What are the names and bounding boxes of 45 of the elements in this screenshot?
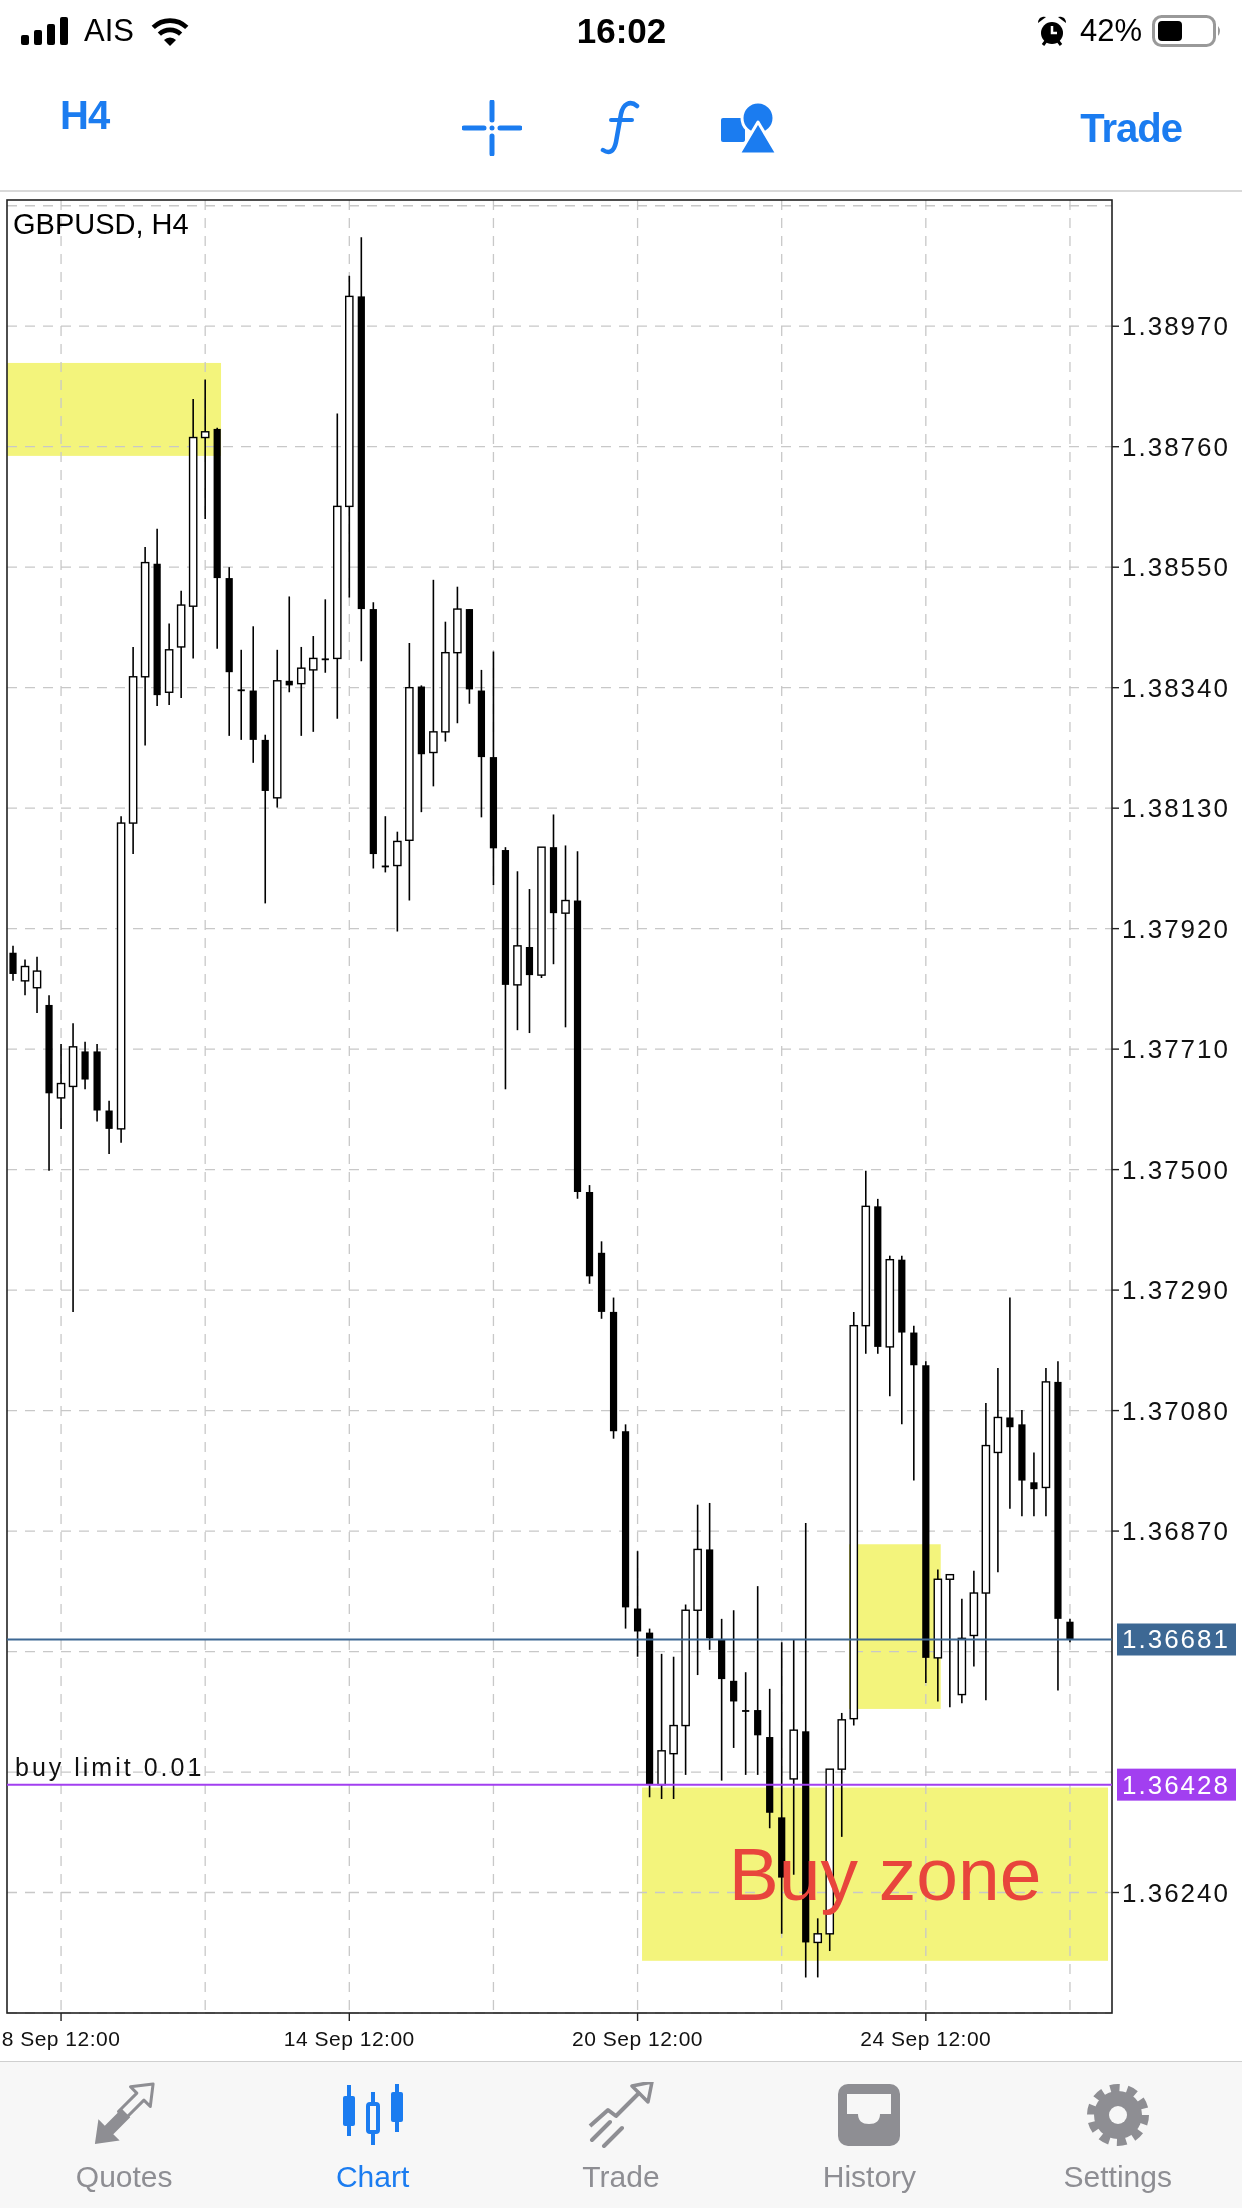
order-label: buy limit 0.01 [15,1752,205,1781]
price-scale-label: 1.38970 [1122,311,1230,342]
candlestick [9,945,17,982]
trade-button[interactable]: Trade [1080,106,1182,150]
current-price-label: 1.36681 [1117,1623,1236,1656]
candlestick [813,1917,823,1979]
candlestick [381,815,389,874]
price-scale-label: 1.37920 [1122,913,1230,944]
price-scale-label: 1.37500 [1122,1154,1230,1185]
alarm-clock-icon [1035,15,1068,47]
time-scale-label: 20 Sep 12:00 [572,2027,704,2050]
order-price-label: 1.36428 [1117,1768,1236,1801]
time-scale-label: 24 Sep 12:00 [860,2027,992,2050]
price-scale-label: 1.38340 [1122,672,1230,703]
timeframe-button[interactable]: H4 [60,93,110,137]
carrier-name: AIS [84,13,134,49]
tab[interactable]: History [745,2062,994,2208]
signal-icon [21,17,70,45]
battery-percent: 42% [1079,13,1142,49]
candlestick [81,1040,89,1091]
candlestick [1030,1451,1038,1517]
tab[interactable]: Trade [496,2062,746,2208]
clock-time: 16:02 [576,11,667,51]
price-scale-label: 1.38550 [1122,552,1230,583]
tab[interactable]: Settings [993,2062,1242,2208]
function-icon[interactable] [600,100,642,156]
candlestick [32,955,42,1014]
price-scale-label: 1.38130 [1122,793,1230,824]
chart-title: GBPUSD, H4 [13,208,189,240]
price-scale-label: 1.36870 [1122,1516,1230,1547]
candlestick [1066,1618,1074,1644]
price-scale-label: 1.37710 [1122,1034,1230,1065]
crosshair-icon[interactable] [462,100,522,156]
price-scale-label: 1.37290 [1122,1275,1230,1306]
price-scale-label: 1.38760 [1122,431,1230,462]
time-scale-label: 8 Sep 12:00 [1,2027,121,2050]
battery-icon [1152,15,1222,47]
tab[interactable]: Quotes [0,2062,249,2208]
candlestick [105,1099,113,1155]
trend-arrow-icon [586,2082,656,2148]
tab[interactable]: Chart [248,2062,497,2208]
price-scale-label: 1.37080 [1122,1395,1230,1426]
candlestick [20,958,30,996]
price-scale-label: 1.36240 [1122,1877,1230,1908]
time-scale-label: 14 Sep 12:00 [283,2027,415,2050]
